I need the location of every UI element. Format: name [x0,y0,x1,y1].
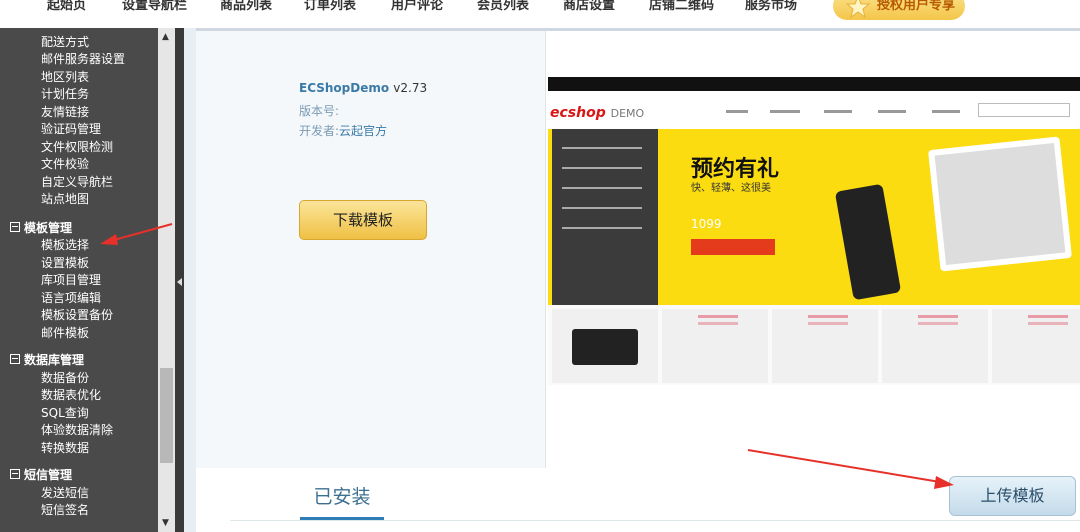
collapse-left-icon[interactable] [177,278,182,286]
developer-label: 开发者: [299,124,340,138]
sidebar-item-file-perms[interactable]: 文件权限检测 [41,138,113,155]
main-content: ECShopDemo v2.73 版本号: 开发者:云起官方 下载模板 ecsh… [196,31,1080,532]
preview-hero-sub: 快、轻薄、这很美 [691,183,771,194]
vip-label: 授权用户专享 [877,0,956,13]
preview-product-card [662,309,768,383]
nav-user-comments[interactable]: 用户评论 [391,0,443,13]
version-label: 版本号: [299,104,340,118]
preview-nav-item [932,110,960,113]
developer-row: 开发者:云起官方 [299,122,387,139]
sidebar-collapse-bar[interactable] [175,28,184,532]
preview-category-nav [552,129,658,305]
upload-template-button[interactable]: 上传模板 [949,476,1076,516]
preview-price: 1099 [691,217,722,231]
scroll-thumb[interactable] [160,368,173,463]
preview-header: ecshop DEMO [548,91,1080,129]
sidebar-item-language[interactable]: 语言项编辑 [41,289,101,306]
sidebar-item-sms-sign[interactable]: 短信签名 [41,501,89,518]
nav-shop-settings[interactable]: 商店设置 [563,0,615,13]
preview-red-button [691,239,775,255]
preview-product-card [882,309,988,383]
nav-start-page[interactable]: 起始页 [47,0,86,13]
sidebar-item-convert[interactable]: 转换数据 [41,439,89,456]
sidebar-item-mail-template[interactable]: 邮件模板 [41,324,89,341]
sidebar-item-db-optimize[interactable]: 数据表优化 [41,386,101,403]
panel-divider [545,31,546,468]
collapse-icon [10,469,20,479]
content-gutter [184,28,196,532]
preview-product-card [772,309,878,383]
sidebar-item-links[interactable]: 友情链接 [41,103,89,120]
nav-product-list[interactable]: 商品列表 [220,0,272,13]
sidebar-item-send-sms[interactable]: 发送短信 [41,484,89,501]
sidebar-item-mail-server[interactable]: 邮件服务器设置 [41,50,125,67]
sidebar-item-template-setup[interactable]: 设置模板 [41,254,89,271]
preview-product-card [552,309,658,383]
collapse-icon [10,354,20,364]
sidebar-group-database[interactable]: 数据库管理 [10,351,84,368]
sidebar-item-sitemap[interactable]: 站点地图 [41,190,89,207]
preview-nav-item [878,110,906,113]
preview-product-card [992,309,1080,383]
collapse-icon [10,222,20,232]
sidebar-item-file-check[interactable]: 文件校验 [41,155,89,172]
theme-version: v2.73 [393,81,428,95]
sidebar-item-demo-clear[interactable]: 体验数据清除 [41,421,113,438]
nav-service-market[interactable]: 服务市场 [745,0,797,13]
preview-logo: ecshop DEMO [550,105,645,121]
nav-setup-navbar[interactable]: 设置导航栏 [122,0,187,13]
theme-info-panel [196,31,545,468]
theme-preview-image: ecshop DEMO 预约有礼 快、轻薄、这很美 1099 [548,77,1080,467]
vip-button[interactable]: 授权用户专享 [833,0,965,20]
preview-products-row [548,305,1080,385]
preview-nav-item [726,110,748,113]
sidebar-item-template-backup[interactable]: 模板设置备份 [41,306,113,323]
sidebar-item-sql-query[interactable]: SQL查询 [41,404,89,421]
top-navigation: 起始页 设置导航栏 商品列表 订单列表 用户评论 会员列表 商店设置 店铺二维码… [0,0,1080,28]
preview-nav-item [824,110,852,113]
sidebar: 配送方式 邮件服务器设置 地区列表 计划任务 友情链接 验证码管理 文件权限检测… [0,28,158,532]
star-icon [845,0,871,19]
preview-nav-item [770,110,800,113]
preview-topbar [548,77,1080,91]
sidebar-group-template[interactable]: 模板管理 [10,219,72,236]
sidebar-item-custom-nav[interactable]: 自定义导航栏 [41,173,113,190]
sidebar-item-library[interactable]: 库项目管理 [41,271,101,288]
download-template-button[interactable]: 下载模板 [299,200,427,240]
theme-name: ECShopDemo v2.73 [299,81,428,95]
preview-search [978,103,1070,117]
tab-installed[interactable]: 已安装 [300,481,384,519]
sidebar-item-cron[interactable]: 计划任务 [41,85,89,102]
nav-shop-qrcode[interactable]: 店铺二维码 [649,0,714,13]
sidebar-item-shipping[interactable]: 配送方式 [41,33,89,50]
nav-member-list[interactable]: 会员列表 [477,0,529,13]
developer-name[interactable]: 云起官方 [339,124,387,138]
tab-baseline [230,520,1080,521]
sidebar-item-template-select[interactable]: 模板选择 [41,236,89,253]
sidebar-item-captcha[interactable]: 验证码管理 [41,120,101,137]
sidebar-scrollbar[interactable]: ▲ ▼ [158,28,175,532]
scroll-up-icon[interactable]: ▲ [162,32,169,42]
sidebar-item-regions[interactable]: 地区列表 [41,68,89,85]
preview-monitor-image [927,136,1073,272]
scroll-down-icon[interactable]: ▼ [162,518,169,528]
sidebar-group-sms[interactable]: 短信管理 [10,466,72,483]
nav-order-list[interactable]: 订单列表 [304,0,356,13]
sidebar-item-db-backup[interactable]: 数据备份 [41,369,89,386]
